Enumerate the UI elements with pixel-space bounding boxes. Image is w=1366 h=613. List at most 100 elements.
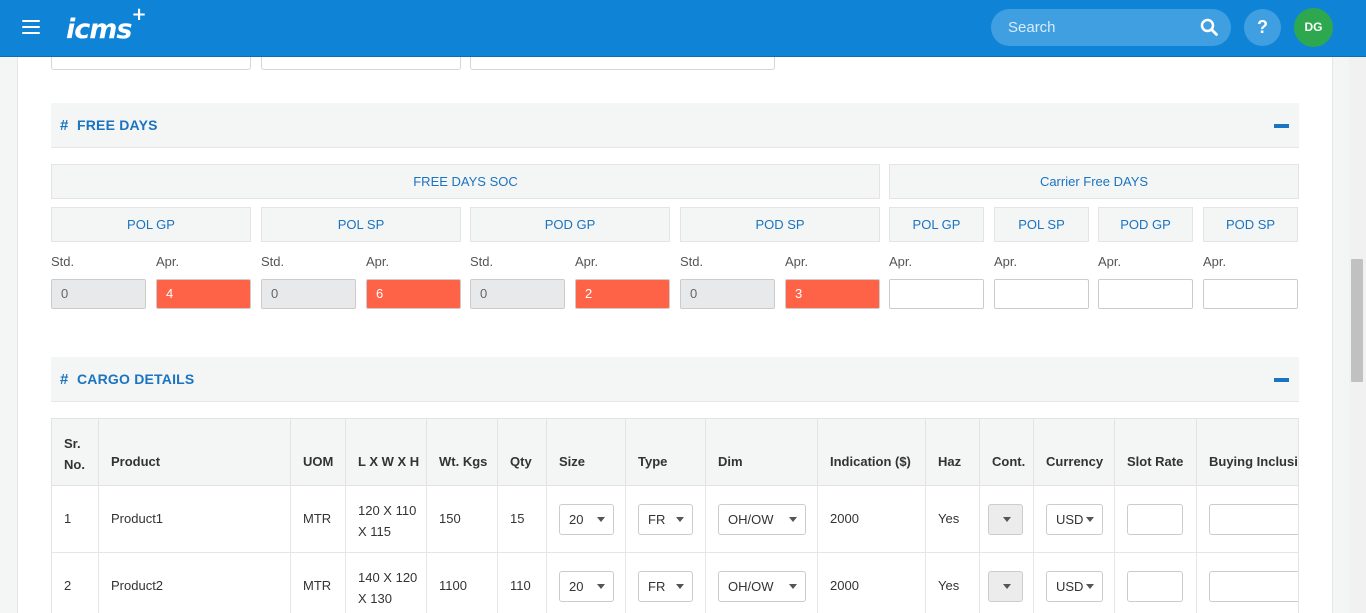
search-icon[interactable] [1200,18,1218,36]
apr-label: Apr. [785,254,809,269]
dim-select[interactable]: OH/OW [718,571,806,602]
size-select[interactable]: 20 [559,504,614,535]
col-header-lwh: L X W X H [346,419,427,486]
apr-label: Apr. [1203,254,1227,269]
qty: 15 [510,511,525,526]
weight: 150 [439,511,461,526]
std-days-field: 0 [680,279,775,309]
type-select[interactable]: FR [638,571,693,602]
user-avatar[interactable]: DG [1294,8,1333,47]
apr-days-field[interactable]: 4 [156,279,251,309]
currency-select[interactable]: USD [1046,504,1103,535]
apr-days-field[interactable]: 6 [366,279,461,309]
apr-label: Apr. [889,254,913,269]
chevron-down-icon [789,584,797,589]
indication: 2000 [830,578,859,593]
indication: 2000 [830,511,859,526]
currency-select[interactable]: USD [1046,571,1103,602]
table-cell: 1100 [427,553,498,613]
chevron-down-icon [676,517,684,522]
size-select[interactable]: 20 [559,571,614,602]
slot-rate-input[interactable] [1127,571,1183,602]
col-header-slot-rate: Slot Rate [1115,419,1197,486]
col-header-buying-inclusive: Buying Inclusive [1197,419,1298,486]
table-cell: 15 [498,486,547,553]
sr-no: 2 [64,578,72,593]
search-input[interactable] [991,9,1191,46]
col-header-weight: Wt. Kgs [427,419,498,486]
slot-rate-input[interactable] [1127,504,1183,535]
chevron-down-icon [1003,584,1011,589]
scrollbar-thumb[interactable] [1351,259,1363,382]
apr-days-field[interactable]: 3 [785,279,880,309]
dimensions: 120 X 110 X 115 [358,503,417,539]
std-label: Std. [261,254,285,269]
top-navbar: icms+ ? DG [0,0,1366,57]
buying-inclusive-input[interactable] [1209,571,1298,602]
menu-icon[interactable] [22,20,40,34]
partial-input-3[interactable] [470,57,775,70]
soc-col-header: POL SP [261,207,461,242]
table-cell: 2 [52,553,99,613]
table-cell [1115,553,1197,613]
chevron-down-icon [1003,517,1011,522]
collapse-icon[interactable] [1274,124,1289,128]
collapse-icon[interactable] [1274,378,1289,382]
product-name: Product2 [111,578,164,593]
apr-label: Apr. [575,254,599,269]
partial-input-2[interactable] [261,57,461,70]
table-cell [1197,486,1298,553]
table-cell: OH/OW [706,553,818,613]
col-header-indication: Indication ($) [818,419,926,486]
help-button[interactable]: ? [1244,9,1281,46]
qty: 110 [510,578,531,593]
cont-select[interactable] [988,504,1023,535]
std-label: Std. [470,254,494,269]
chevron-down-icon [1086,517,1094,522]
table-cell [980,486,1034,553]
cargo-table: Sr. No. Product UOM L X W X H Wt. Kgs Qty Size… [51,418,1299,613]
cont-select[interactable] [988,571,1023,602]
table-cell: 20 [547,486,626,553]
carrier-apr-field[interactable] [994,279,1089,309]
table-cell: 20 [547,553,626,613]
type-select[interactable]: FR [638,504,693,535]
carrier-col-header: POL SP [994,207,1089,242]
col-header-product: Product [99,419,291,486]
uom: MTR [303,511,332,526]
table-cell: Yes [926,553,980,613]
table-cell: OH/OW [706,486,818,553]
chevron-down-icon [676,584,684,589]
carrier-apr-field[interactable] [1203,279,1298,309]
carrier-apr-field[interactable] [1098,279,1193,309]
carrier-col-header: POD SP [1203,207,1298,242]
col-header-haz: Haz [926,419,980,486]
carrier-apr-field[interactable] [889,279,984,309]
col-header-dim: Dim [706,419,818,486]
apr-label: Apr. [366,254,390,269]
table-cell: 150 [427,486,498,553]
table-cell: 2000 [818,486,926,553]
app-logo[interactable]: icms+ [66,4,147,45]
col-header-cont: Cont. [980,419,1034,486]
cargo-details-header[interactable]: # CARGO DETAILS [51,357,1299,402]
table-cell [1197,553,1298,613]
col-header-qty: Qty [498,419,547,486]
col-header-type: Type [626,419,706,486]
col-header-sr-no: Sr. No. [52,419,99,486]
chevron-down-icon [789,517,797,522]
free-days-header[interactable]: # FREE DAYS [51,103,1299,148]
dim-select[interactable]: OH/OW [718,504,806,535]
table-cell: Product1 [99,486,291,553]
weight: 1100 [439,578,467,593]
table-cell: FR [626,553,706,613]
vertical-scrollbar[interactable] [1349,57,1366,613]
carrier-col-header: POD GP [1098,207,1193,242]
table-cell: 120 X 110 X 115 [346,486,427,553]
uom: MTR [303,578,332,593]
col-header-size: Size [547,419,626,486]
buying-inclusive-input[interactable] [1209,504,1298,535]
apr-days-field[interactable]: 2 [575,279,670,309]
table-cell: Product2 [99,553,291,613]
partial-input-1[interactable] [51,57,251,70]
